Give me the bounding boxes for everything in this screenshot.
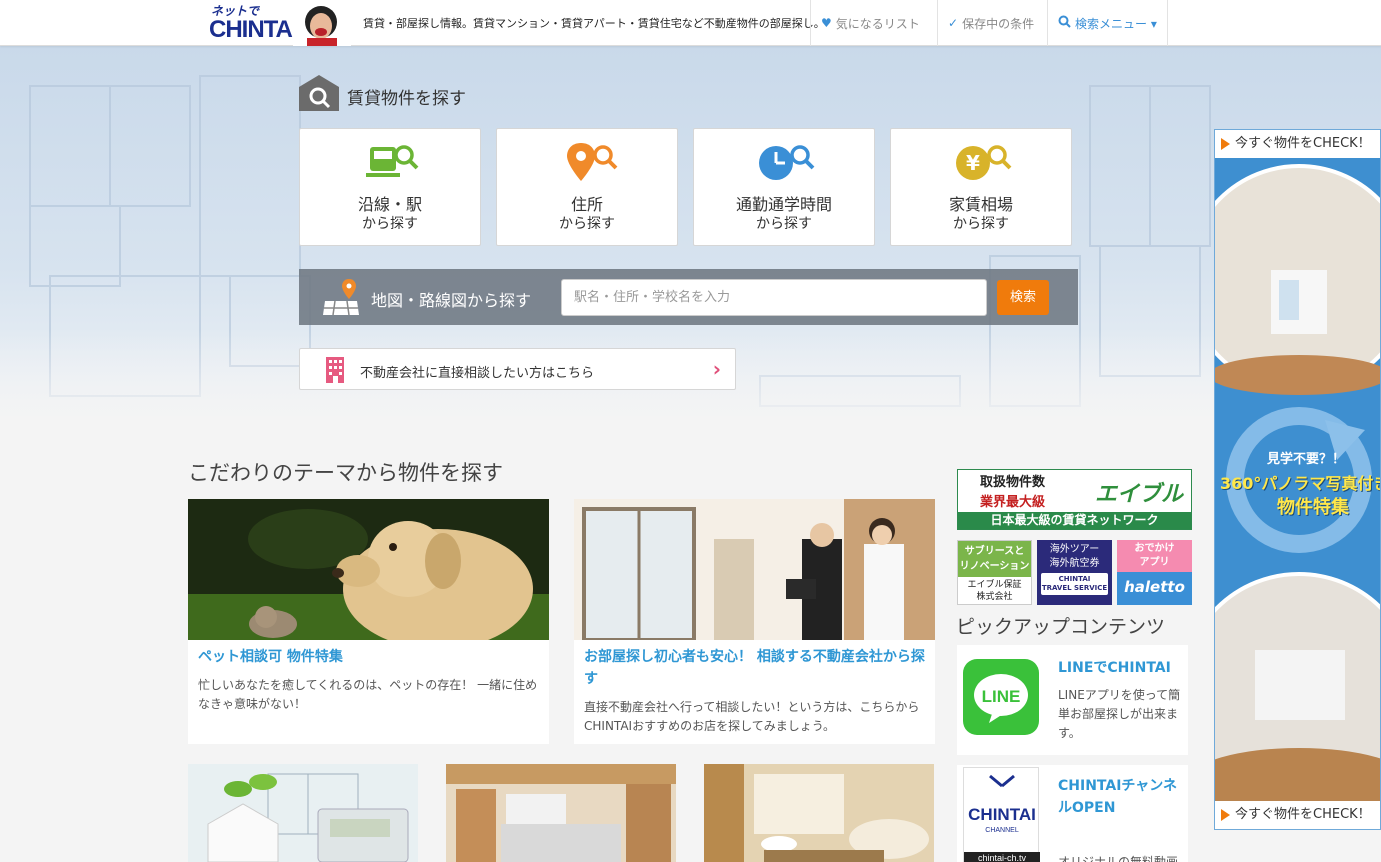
line-app-icon: LINE: [963, 659, 1039, 735]
card-line1: 通勤通学時間: [735, 195, 832, 214]
station-address-search-input[interactable]: 駅名・住所・学校名を入力: [561, 279, 987, 316]
able-logo: エイブル: [1095, 482, 1184, 507]
haletto-ad[interactable]: おでかけ アプリ haletto: [1117, 540, 1192, 605]
search-by-address-card[interactable]: 住所 から探す: [496, 128, 678, 246]
search-title: 賃貸物件を探す: [347, 88, 466, 109]
panorama-banner[interactable]: 今すぐ物件をCHECK！ 見学不要？！ 360°パノラマ写真付き 物件特集 今す…: [1214, 129, 1381, 830]
puppy-kitten-photo: [188, 499, 549, 640]
pickup-title: ピックアップコンテンツ: [956, 616, 1166, 638]
mini-ad-line: エイブル保証: [967, 580, 1022, 590]
card-line1: 家賃相場: [948, 195, 1013, 214]
plant-calculator-thumbnail[interactable]: [188, 764, 418, 862]
channel-url-text: chintai-ch.tv: [978, 853, 1027, 862]
pin-search-icon: [557, 141, 619, 183]
feature-description: 忙しいあなたを癒してくれるのは、ペットの存在！ 一緒に住めなきゃ意味がない！: [198, 678, 538, 711]
site-tagline: 賃貸・部屋探し情報。賃貸マンション・賃貸アパート・賃貸住宅など不動産物件の部屋探…: [363, 17, 825, 30]
clock-search-icon: [754, 141, 816, 183]
pickup-description: LINEアプリを使って簡単お部屋探しが出来ます。: [1058, 688, 1181, 740]
card-line1: 沿線・駅: [357, 195, 422, 214]
chevron-right-icon: ›: [712, 357, 721, 381]
card-line2: から探す: [756, 216, 812, 232]
search-icon: [1058, 15, 1071, 31]
card-line2: から探す: [953, 216, 1009, 232]
pet-feature-card[interactable]: ペット相談可 物件特集 忙しいあなたを癒してくれるのは、ペットの存在！ 一緒に住…: [188, 499, 549, 744]
building-icon: [324, 357, 346, 383]
able-ad-line1: 取扱物件数: [980, 475, 1046, 490]
channel-icon-text: CHINTAI: [968, 805, 1036, 824]
channel-icon-subtext: CHANNEL: [985, 827, 1019, 834]
mini-ad-line: 海外ツアー: [1049, 544, 1100, 555]
sublease-ad[interactable]: サブリースと リノベーション エイブル保証 株式会社: [957, 540, 1032, 605]
site-header: ネットで CHINTAI 賃貸・部屋探し情報。賃貸マンション・賃貸アパート・賃貸…: [0, 0, 1381, 46]
mini-ad-line: 海外航空券: [1049, 558, 1100, 569]
feature-description: 直接不動産会社へ行って相談したい！という方は、こちらからCHINTAIおすすめの…: [584, 700, 920, 733]
agent-customer-photo: [574, 499, 935, 640]
map-search-bar: 地図・路線図から探す 駅名・住所・学校名を入力 検索: [299, 269, 1078, 325]
card-line2: から探す: [362, 216, 418, 232]
mini-ad-line: TRAVEL SERVICE: [1041, 584, 1108, 592]
consult-agency-button[interactable]: 不動産会社に直接相談したい方はこちら ›: [299, 348, 736, 390]
mini-ad-line: CHINTAI: [1058, 575, 1091, 583]
living-room-thumbnail[interactable]: [704, 764, 934, 862]
kitchen-thumbnail[interactable]: [446, 764, 676, 862]
able-ad-banner[interactable]: 取扱物件数 業界最大級 エイブル 日本最大級の賃貸ネットワーク: [957, 469, 1192, 530]
mini-ad-line: リノベーション: [959, 561, 1030, 572]
logo-text: CHINTAI: [209, 16, 299, 43]
mini-ad-line: 株式会社: [976, 592, 1013, 602]
svg-text:¥: ¥: [966, 151, 980, 175]
mascot-image: [293, 0, 351, 46]
theme-section-title: こだわりのテーマから物件を探す: [188, 461, 503, 485]
map-pin-icon: [321, 279, 361, 317]
line-icon-text: LINE: [982, 687, 1021, 706]
banner-line3: 物件特集: [1277, 497, 1349, 518]
pickup-title-link[interactable]: CHINTAIチャンネルOPEN: [1058, 775, 1184, 819]
favorites-link[interactable]: ♥ 気になるリスト: [810, 0, 930, 46]
search-by-commute-card[interactable]: 通勤通学時間 から探す: [693, 128, 875, 246]
agency-feature-card[interactable]: お部屋探し初心者も安心！ 相談する不動産会社から探す 直接不動産会社へ行って相談…: [574, 499, 935, 744]
able-ad-line2: 業界最大級: [980, 495, 1046, 510]
travel-ad[interactable]: 海外ツアー 海外航空券 CHINTAI TRAVEL SERVICE: [1037, 540, 1112, 605]
search-heading: 賃貸物件を探す: [299, 75, 466, 111]
mini-ad-line: おでかけ: [1134, 543, 1175, 554]
map-search-button[interactable]: 検索: [997, 280, 1049, 315]
banner-bottom-bar[interactable]: 今すぐ物件をCHECK！: [1215, 801, 1380, 829]
card-line2: から探す: [559, 216, 615, 232]
search-by-rent-card[interactable]: ¥ 家賃相場 から探す: [890, 128, 1072, 246]
arrow-right-icon: [1221, 809, 1230, 821]
pickup-line[interactable]: LINE LINEでCHINTAI LINEアプリを使って簡単お部屋探しが出来ま…: [957, 645, 1188, 755]
able-ad-bar: 日本最大級の賃貸ネットワーク: [958, 512, 1191, 529]
yen-search-icon: ¥: [951, 141, 1013, 183]
search-by-line-card[interactable]: 沿線・駅 から探す: [299, 128, 481, 246]
chintai-logo[interactable]: ネットで CHINTAI: [209, 2, 299, 44]
mini-ad-line: アプリ: [1139, 557, 1170, 568]
saved-conditions-label: 保存中の条件: [962, 16, 1035, 31]
chintai-channel-icon: CHINTAI CHANNEL chintai-ch.tv: [963, 767, 1040, 862]
banner-line1: 見学不要？！: [1267, 452, 1346, 467]
card-line1: 住所: [570, 195, 603, 214]
check-icon: ✓: [948, 16, 959, 30]
feature-title[interactable]: ペット相談可 物件特集: [188, 640, 549, 668]
mini-ad-line: サブリースと: [964, 546, 1025, 557]
consult-label: 不動産会社に直接相談したい方はこちら: [360, 366, 595, 381]
pickup-title-link[interactable]: LINEでCHINTAI: [1058, 657, 1184, 679]
pickup-description: オリジナルの無料動画: [1058, 855, 1179, 862]
map-search-label[interactable]: 地図・路線図から探す: [371, 287, 531, 311]
haletto-logo: haletto: [1124, 578, 1185, 596]
pickup-chintai-channel[interactable]: CHINTAI CHANNEL chintai-ch.tv CHINTAIチャン…: [957, 765, 1188, 862]
feature-title[interactable]: お部屋探し初心者も安心！ 相談する不動産会社から探す: [574, 640, 935, 690]
saved-conditions-link[interactable]: ✓ 保存中の条件: [937, 0, 1044, 46]
train-search-icon: [360, 141, 422, 183]
search-menu-label: 検索メニュー ▾: [1075, 16, 1157, 31]
search-menu-link[interactable]: 検索メニュー ▾: [1047, 0, 1168, 46]
banner-bottom-label: 今すぐ物件をCHECK！: [1235, 807, 1371, 822]
heart-icon: ♥: [821, 16, 832, 30]
banner-line2: 360°パノラマ写真付き: [1220, 474, 1381, 493]
house-search-icon: [299, 75, 339, 111]
favorites-label: 気になるリスト: [835, 16, 920, 31]
